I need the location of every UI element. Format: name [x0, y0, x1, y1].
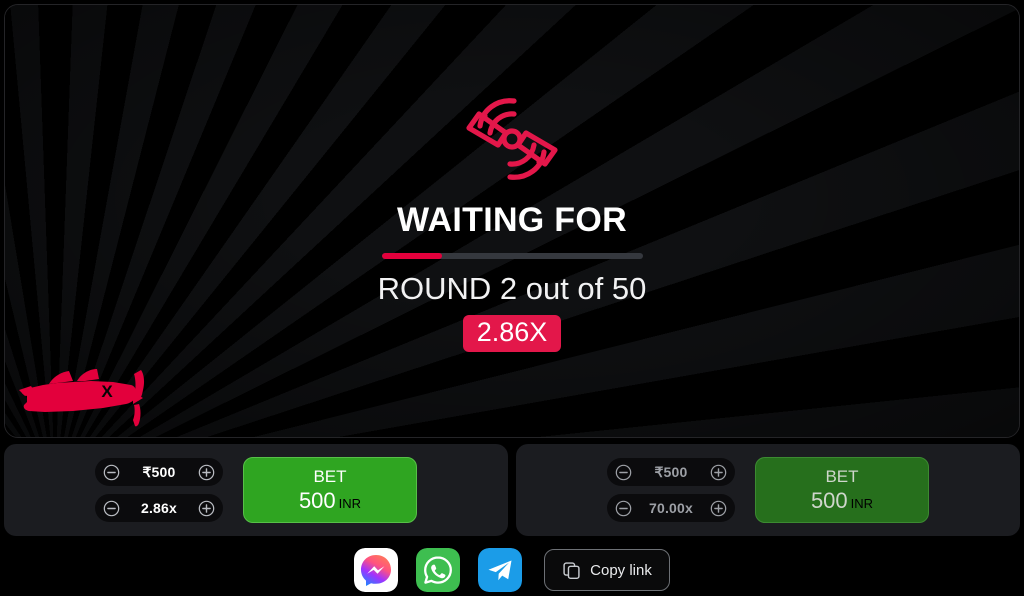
bet-button-amount-right: 500 — [810, 487, 848, 513]
bet-button-currency-right: INR — [850, 495, 874, 511]
propeller-icon — [466, 98, 558, 180]
round-progress-fill — [381, 253, 442, 259]
bet-panels-row: ₹500 2.86x BET 500 INR ₹500 70.00x BET 5… — [4, 444, 1020, 536]
bet-button-amount-row-left: 500 INR — [298, 487, 362, 513]
copy-link-label: Copy link — [590, 561, 652, 579]
copy-link-button[interactable]: Copy link — [544, 549, 670, 591]
bet-multiplier-value-right: 70.00x — [648, 500, 694, 516]
bet-panel-left: ₹500 2.86x BET 500 INR — [4, 444, 508, 536]
bet-multiplier-stepper-left[interactable]: 2.86x — [95, 494, 223, 522]
bet-button-label-left: BET — [313, 466, 347, 486]
red-plane-icon: X — [19, 369, 145, 427]
plus-icon[interactable] — [198, 500, 215, 517]
plus-icon[interactable] — [710, 500, 727, 517]
bet-button-amount-left: 500 — [298, 487, 336, 513]
bet-amount-value-left: ₹500 — [142, 463, 176, 480]
bet-panel-right: ₹500 70.00x BET 500 INR — [516, 444, 1020, 536]
bet-multiplier-value-left: 2.86x — [140, 500, 178, 516]
share-bar: Copy link — [0, 544, 1024, 596]
bet-button-right[interactable]: BET 500 INR — [755, 457, 929, 523]
bet-amount-value-right: ₹500 — [654, 463, 688, 480]
bet-amount-stepper-left[interactable]: ₹500 — [95, 458, 223, 486]
bet-button-currency-left: INR — [338, 495, 362, 511]
game-area: WAITING FOR ROUND 2 out of 50 2.86X X — [4, 4, 1020, 438]
bet-steppers-left: ₹500 2.86x — [95, 458, 223, 522]
minus-icon[interactable] — [615, 500, 632, 517]
plane-marking-x: X — [101, 382, 113, 401]
bet-multiplier-stepper-right[interactable]: 70.00x — [607, 494, 735, 522]
multiplier-badge: 2.86X — [462, 315, 562, 353]
waiting-title: WAITING FOR — [397, 201, 627, 239]
bet-steppers-right: ₹500 70.00x — [607, 458, 735, 522]
copy-icon — [563, 561, 580, 579]
bet-button-amount-row-right: 500 INR — [810, 487, 874, 513]
minus-icon[interactable] — [615, 464, 632, 481]
messenger-icon[interactable] — [354, 548, 399, 592]
round-progress-bar — [381, 253, 643, 259]
plus-icon[interactable] — [198, 464, 215, 481]
minus-icon[interactable] — [103, 500, 120, 517]
waiting-block: WAITING FOR ROUND 2 out of 50 2.86X — [5, 87, 1019, 353]
bet-button-left[interactable]: BET 500 INR — [243, 457, 417, 523]
bet-amount-stepper-right[interactable]: ₹500 — [607, 458, 735, 486]
bet-button-label-right: BET — [825, 466, 859, 486]
telegram-icon[interactable] — [478, 548, 523, 592]
whatsapp-icon[interactable] — [416, 548, 461, 592]
round-counter-text: ROUND 2 out of 50 — [377, 271, 647, 306]
minus-icon[interactable] — [103, 464, 120, 481]
plus-icon[interactable] — [710, 464, 727, 481]
